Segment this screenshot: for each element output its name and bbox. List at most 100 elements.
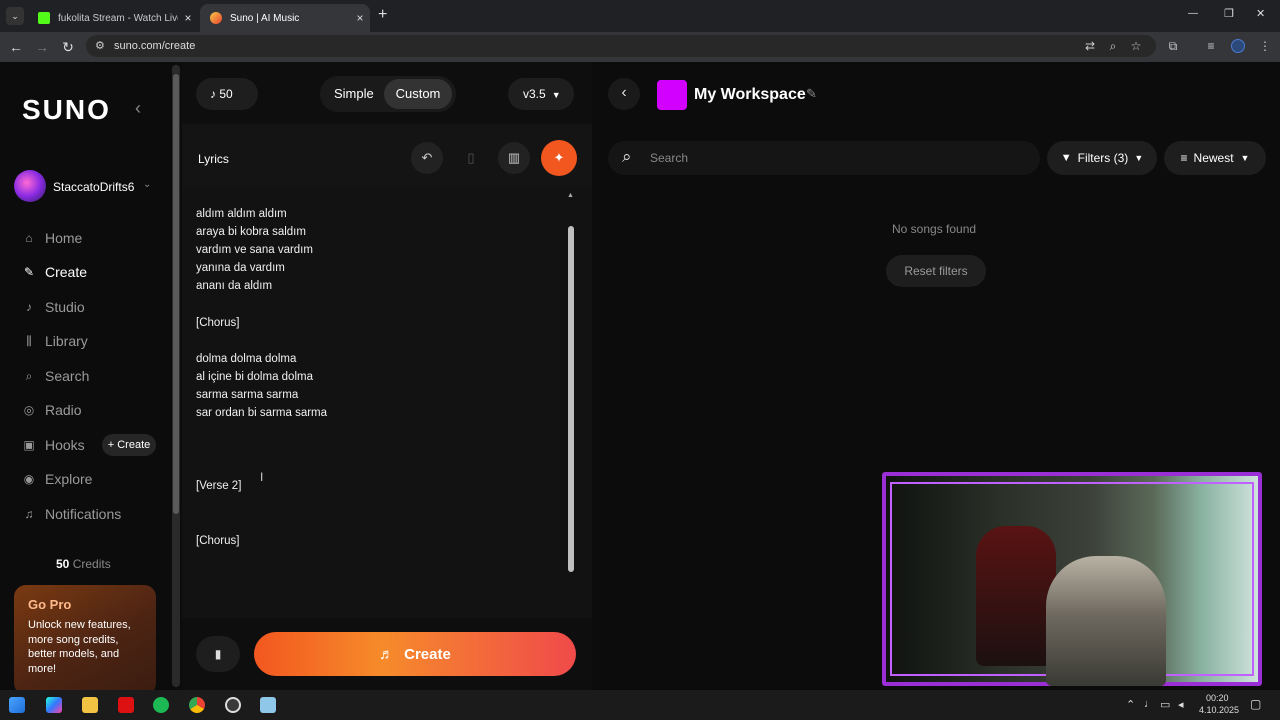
clear-lyrics-button[interactable]: ▥ <box>498 142 530 174</box>
site-info-icon[interactable]: ⚙ <box>95 39 105 52</box>
create-button[interactable]: ♬ Create <box>254 632 576 676</box>
copilot-icon[interactable] <box>46 697 62 713</box>
edit-pencil-icon[interactable]: ✎ <box>806 86 817 102</box>
collapse-sidebar-icon[interactable]: ‹ <box>135 98 141 119</box>
new-tab-button[interactable]: + <box>378 6 387 24</box>
close-window-button[interactable]: ✕ <box>1256 7 1265 20</box>
bookmark-star-icon[interactable]: ☆ <box>1128 39 1144 53</box>
username[interactable]: StaccatoDrifts6 <box>53 180 137 194</box>
music-plus-icon: ♬ <box>379 645 395 663</box>
nav-notifications[interactable]: ♫ Notifications <box>22 506 122 522</box>
workspace-search-input[interactable]: ⌕ Search <box>608 141 1040 175</box>
back-icon[interactable]: ← <box>8 39 24 55</box>
sort-button[interactable]: ≡ Newest ▼ <box>1164 141 1266 175</box>
close-icon[interactable]: × <box>178 11 198 25</box>
undo-button[interactable]: ↶ <box>411 142 443 174</box>
notification-center-icon[interactable]: ▢ <box>1250 697 1261 711</box>
lyrics-line: vardım ve sana vardım <box>196 244 313 256</box>
create-icon: ✎ <box>23 265 35 279</box>
scroll-up-arrow-icon[interactable]: ▲ <box>567 192 574 199</box>
tab-list-icon[interactable]: ⌄ <box>6 7 24 25</box>
generate-lyrics-button[interactable]: ✦ <box>541 140 577 176</box>
filters-button[interactable]: ▼ Filters (3) ▼ <box>1047 141 1157 175</box>
app-icon[interactable] <box>260 697 276 713</box>
nav-search[interactable]: ⌕ Search <box>22 368 90 384</box>
tab-suno[interactable]: Suno | AI Music × <box>200 4 370 32</box>
go-pro-line: Unlock new features, <box>28 619 131 631</box>
url-field[interactable]: ⚙ suno.com/create <box>86 35 1156 57</box>
go-pro-title: Go Pro <box>28 597 72 612</box>
lyrics-scrollbar-thumb[interactable] <box>568 226 574 572</box>
user-menu-chevron-icon[interactable]: ⌄ <box>143 179 151 190</box>
menu-icon[interactable]: ⋮ <box>1257 39 1273 53</box>
amd-icon[interactable] <box>118 697 134 713</box>
browser-tab-bar: ⌄ fukolita Stream - Watch Live on × Suno… <box>0 0 1280 32</box>
save-lyrics-button[interactable]: ▯ <box>455 142 487 174</box>
clock-date[interactable]: 4.10.2025 <box>1199 705 1239 715</box>
tab-title: fukolita Stream - Watch Live on <box>58 12 178 24</box>
nav-hooks[interactable]: ▣ Hooks <box>22 437 84 453</box>
nav-label: Explore <box>45 471 93 487</box>
translate-icon[interactable]: ⇄ <box>1082 39 1098 53</box>
close-icon[interactable]: × <box>350 11 370 25</box>
forward-icon[interactable]: → <box>34 39 50 55</box>
nav-home[interactable]: ⌂ Home <box>22 230 82 246</box>
lyrics-line: sar ordan bi sarma sarma <box>196 407 328 419</box>
nav-label: Home <box>45 230 83 246</box>
version-value: v3.5 <box>523 87 546 101</box>
sidebar-scrollbar-thumb[interactable] <box>173 74 179 514</box>
mode-simple-button[interactable]: Simple <box>334 86 374 101</box>
mode-custom-button[interactable]: Custom <box>384 79 452 109</box>
credits-display: 50 Credits <box>56 557 111 571</box>
tray-chevron-icon[interactable]: ⌃ <box>1126 698 1135 711</box>
media-icon[interactable]: ≡ <box>1203 39 1219 53</box>
reload-icon[interactable]: ↻ <box>60 39 76 55</box>
reset-filters-button[interactable]: Reset filters <box>886 255 986 287</box>
user-avatar[interactable] <box>14 170 46 202</box>
clock-time[interactable]: 00:20 <box>1206 693 1229 703</box>
spotify-icon[interactable] <box>153 697 169 713</box>
chrome-icon[interactable] <box>189 697 205 713</box>
suno-icon <box>210 12 222 24</box>
lyrics-header: Lyrics ↶ ▯ ▥ ✦ <box>182 124 592 188</box>
go-pro-card[interactable]: Go Pro Unlock new features, more song cr… <box>14 585 156 695</box>
clear-form-button[interactable]: ▮ <box>196 636 240 672</box>
mic-icon[interactable]: ♩ <box>1144 698 1155 710</box>
sidebar: SUNO ‹ StaccatoDrifts6 ⌄ ⌂ Home ✎ Create ♪… <box>0 62 170 695</box>
magic-wand-icon: ✦ <box>553 150 565 165</box>
extensions-icon[interactable]: ⧉ <box>1165 39 1181 54</box>
nav-label: Search <box>45 368 90 384</box>
nav-library[interactable]: ⫼ Library <box>22 333 88 349</box>
nav-radio[interactable]: ◎ Radio <box>22 402 82 418</box>
volume-icon[interactable]: ◂ <box>1178 698 1184 711</box>
suno-logo[interactable]: SUNO <box>22 94 111 126</box>
nav-label: Radio <box>45 402 82 418</box>
trash-icon: ▮ <box>214 647 222 661</box>
version-select[interactable]: v3.5 ▼ <box>508 78 574 110</box>
trash-icon: ▥ <box>507 150 521 165</box>
profile-avatar[interactable] <box>1231 39 1245 53</box>
hooks-create-button[interactable]: + Create <box>102 434 156 456</box>
home-icon: ⌂ <box>25 231 33 245</box>
credits-chip[interactable]: ♪ 50 <box>196 78 258 110</box>
nav-studio[interactable]: ♪ Studio <box>22 299 85 315</box>
nav-explore[interactable]: ◉ Explore <box>22 471 93 487</box>
lyrics-textarea[interactable]: aldım aldım aldım araya bi kobra saldım … <box>182 188 592 666</box>
file-explorer-icon[interactable] <box>82 697 98 713</box>
minimize-button[interactable]: — <box>1188 8 1198 19</box>
maximize-button[interactable]: ❐ <box>1224 7 1234 20</box>
tab-fukolita[interactable]: fukolita Stream - Watch Live on × <box>28 4 198 32</box>
obs-icon[interactable] <box>225 697 241 713</box>
back-button[interactable]: ‹ <box>608 78 640 110</box>
filter-icon: ▼ <box>1060 152 1072 164</box>
lyrics-scrollbar-track[interactable]: ▲ <box>567 192 575 588</box>
caret-down-icon: ▼ <box>551 90 561 100</box>
windows-start-icon[interactable] <box>9 697 25 713</box>
sort-icon: ≡ <box>1180 151 1188 165</box>
network-icon[interactable]: ▭ <box>1160 698 1170 711</box>
lyrics-line: ananı da aldım <box>196 280 273 292</box>
zoom-icon[interactable]: ⌕ <box>1105 39 1121 54</box>
lyrics-line: araya bi kobra saldım <box>196 226 306 238</box>
nav-label: Library <box>45 333 88 349</box>
nav-create[interactable]: ✎ Create <box>22 264 87 280</box>
